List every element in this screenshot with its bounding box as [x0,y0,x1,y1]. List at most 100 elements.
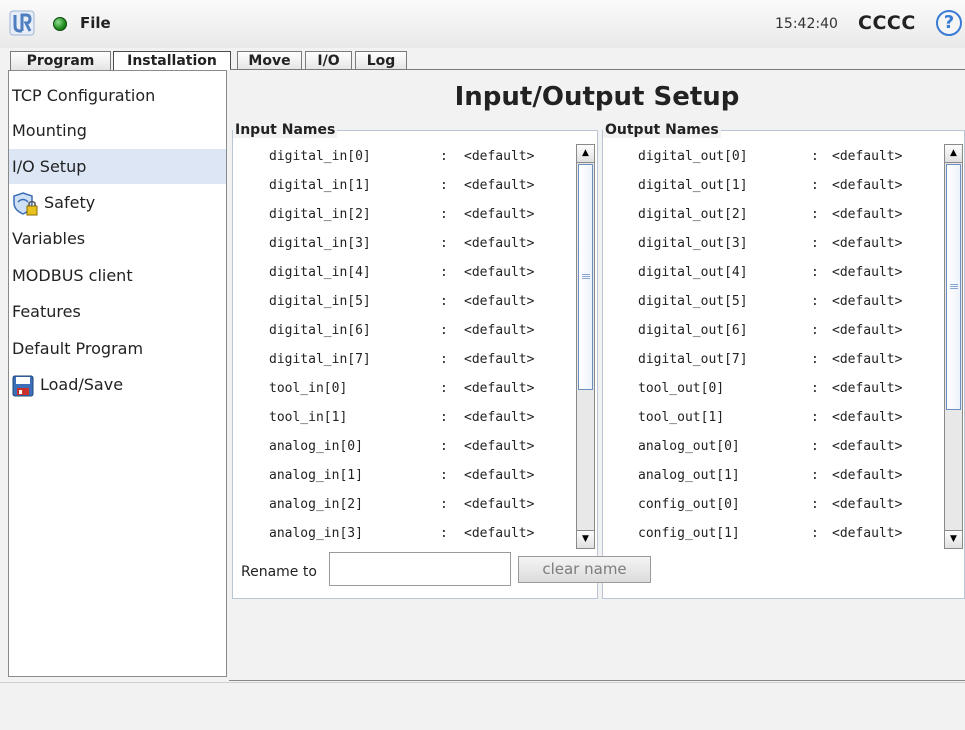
input-scrollbar[interactable]: ▲ ▼ [576,144,595,549]
file-menu[interactable]: File [80,14,111,32]
page-title: Input/Output Setup [454,82,740,112]
tab-installation[interactable]: Installation [113,51,231,70]
sidebar-item-modbus-client[interactable]: MODBUS client [9,258,226,293]
io-row[interactable]: analog_out[0]: <default> [603,433,943,462]
io-row[interactable]: digital_out[7]: <default> [603,346,943,375]
output-scrollbar[interactable]: ▲ ▼ [944,144,963,549]
input-names-list[interactable]: digital_in[0]: <default> digital_in[1]: <de… [233,143,573,593]
io-separator: : [440,381,448,396]
io-name: analog_in[2] [269,497,363,512]
io-separator: : [440,497,448,512]
io-name: digital_in[0] [269,149,371,164]
io-name: config_out[1] [638,526,740,541]
io-row[interactable]: digital_out[1]: <default> [603,172,943,201]
io-alias: <default> [464,497,535,512]
scroll-down-icon[interactable]: ▼ [945,530,962,548]
clear-name-button[interactable]: clear name [518,556,651,583]
io-alias: <default> [832,468,903,483]
io-alias: <default> [464,381,535,396]
io-alias: <default> [832,149,903,164]
tab-move[interactable]: Move [237,51,302,70]
io-row[interactable]: digital_in[4]: <default> [233,259,573,288]
sidebar-item-load-save[interactable]: Load/Save [9,367,226,402]
io-row[interactable]: config_out[1]: <default> [603,520,943,549]
io-alias: <default> [832,526,903,541]
sidebar-item-variables[interactable]: Variables [9,221,226,256]
scroll-thumb[interactable] [946,164,961,410]
sidebar-item-safety[interactable]: Safety [9,185,226,220]
sidebar-item-label: Load/Save [40,375,124,394]
io-row[interactable]: digital_in[2]: <default> [233,201,573,230]
sidebar-item-label: MODBUS client [12,266,133,285]
io-separator: : [440,468,448,483]
sidebar-item-mounting[interactable]: Mounting [9,113,226,148]
io-alias: <default> [464,526,535,541]
io-alias: <default> [464,410,535,425]
sidebar-item-default-program[interactable]: Default Program [9,331,226,366]
io-separator: : [440,439,448,454]
sidebar-item-features[interactable]: Features [9,294,226,329]
io-row[interactable]: tool_in[1]: <default> [233,404,573,433]
io-row[interactable]: digital_out[5]: <default> [603,288,943,317]
io-separator: : [811,236,819,251]
output-names-list[interactable]: digital_out[0]: <default> digital_out[1]: <… [603,143,943,593]
io-alias: <default> [832,294,903,309]
tab-log[interactable]: Log [355,51,407,70]
rename-input[interactable] [329,552,511,586]
scroll-grip-line [950,286,958,287]
io-row[interactable]: digital_in[1]: <default> [233,172,573,201]
io-alias: <default> [464,207,535,222]
tab-program[interactable]: Program [10,51,111,70]
io-row[interactable]: digital_out[0]: <default> [603,143,943,172]
output-names-title: Output Names [603,122,721,138]
io-separator: : [440,323,448,338]
io-alias: <default> [464,178,535,193]
io-separator: : [811,439,819,454]
io-name: config_out[0] [638,497,740,512]
sidebar-item-label: Features [12,302,81,321]
io-row[interactable]: digital_out[6]: <default> [603,317,943,346]
io-separator: : [811,207,819,222]
io-row[interactable]: config_out[0]: <default> [603,491,943,520]
robot-name: CCCC [858,12,916,34]
sidebar-item-io-setup[interactable]: I/O Setup [9,149,226,184]
io-separator: : [440,410,448,425]
io-row[interactable]: digital_in[7]: <default> [233,346,573,375]
io-alias: <default> [464,149,535,164]
io-row[interactable]: analog_in[1]: <default> [233,462,573,491]
scroll-thumb[interactable] [578,164,593,390]
scroll-up-icon[interactable]: ▲ [577,145,594,163]
io-alias: <default> [832,178,903,193]
clock: 15:42:40 [775,16,838,32]
help-icon[interactable]: ? [936,10,962,36]
io-row[interactable]: analog_out[1]: <default> [603,462,943,491]
installation-sidebar: TCP Configuration Mounting I/O Setup Saf… [8,70,227,677]
io-row[interactable]: analog_in[3]: <default> [233,520,573,549]
io-row[interactable]: digital_in[3]: <default> [233,230,573,259]
sidebar-item-tcp-configuration[interactable]: TCP Configuration [9,78,226,113]
io-name: analog_out[1] [638,468,740,483]
io-separator: : [440,149,448,164]
io-name: tool_in[0] [269,381,348,396]
scroll-down-icon[interactable]: ▼ [577,530,594,548]
io-row[interactable]: digital_in[5]: <default> [233,288,573,317]
sidebar-item-label: Default Program [12,339,144,358]
io-row[interactable]: digital_in[0]: <default> [233,143,573,172]
io-row[interactable]: digital_out[2]: <default> [603,201,943,230]
io-separator: : [440,207,448,222]
io-alias: <default> [832,236,903,251]
io-row[interactable]: digital_out[3]: <default> [603,230,943,259]
io-row[interactable]: analog_in[2]: <default> [233,491,573,520]
io-row[interactable]: analog_in[0]: <default> [233,433,573,462]
scroll-up-icon[interactable]: ▲ [945,145,962,163]
io-row[interactable]: tool_out[0]: <default> [603,375,943,404]
io-row[interactable]: tool_out[1]: <default> [603,404,943,433]
io-alias: <default> [464,294,535,309]
io-row[interactable]: digital_out[4]: <default> [603,259,943,288]
tab-io[interactable]: I/O [305,51,352,70]
sidebar-item-label: Variables [12,229,86,248]
io-name: digital_in[4] [269,265,371,280]
io-row[interactable]: tool_in[0]: <default> [233,375,573,404]
io-separator: : [811,178,819,193]
io-row[interactable]: digital_in[6]: <default> [233,317,573,346]
